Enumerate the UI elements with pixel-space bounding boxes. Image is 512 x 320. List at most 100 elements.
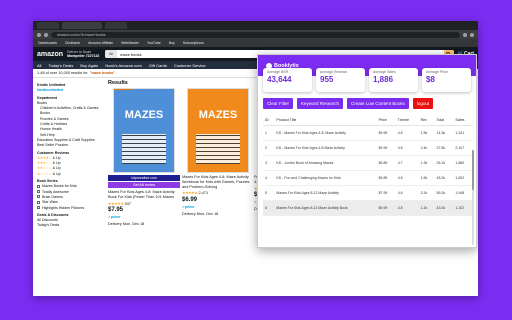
logout-button[interactable]: logout xyxy=(412,98,434,109)
col-rev[interactable]: Rev xyxy=(418,115,435,126)
bookmark-item[interactable]: Dashboards xyxy=(38,41,57,45)
table-row[interactable]: 3 KD - Jumbo Book of Amazing Mazes $9.89 4.… xyxy=(263,155,473,171)
bookmark-item[interactable]: YouTube xyxy=(147,41,161,45)
address-bar: amazon.com/s?k=maze+books xyxy=(33,30,478,39)
table-row[interactable]: 6 Mazes For Kids Ages 8-12 Maze Activity … xyxy=(263,200,473,216)
extension-icon[interactable] xyxy=(463,32,467,37)
product-table: ID Product Title Price Theme Rev Total S… xyxy=(263,115,473,216)
nav-user-amazon[interactable]: Noah's Amazon.com xyxy=(105,63,142,68)
scroll-thumb[interactable] xyxy=(472,150,474,190)
table-cell: $9.99 xyxy=(376,140,396,156)
browser-tab[interactable] xyxy=(37,22,59,29)
checkbox[interactable] xyxy=(37,195,40,199)
table-cell: 3.1k xyxy=(418,185,435,201)
series-label: Totally Awesome xyxy=(42,189,69,194)
table-header-row: ID Product Title Price Theme Rev Total S… xyxy=(263,115,473,126)
browser-tab[interactable] xyxy=(105,22,127,29)
series-label: Mazes Books for Kids xyxy=(42,184,77,189)
kdp-link[interactable]: kdpcreative.com xyxy=(108,175,180,181)
nav-todays-deals[interactable]: Today's Deals xyxy=(48,63,73,68)
rating-row[interactable]: ★★★★★ 547 xyxy=(108,202,180,207)
deliver-location: Montpelier 7227122 xyxy=(67,54,100,58)
col-title[interactable]: Product Title xyxy=(274,115,377,126)
low-content-books-button[interactable]: Create Low Content Books xyxy=(347,98,409,109)
review-filter[interactable]: ★☆☆☆☆ & Up xyxy=(37,172,101,177)
table-cell: 1.6k xyxy=(418,170,435,186)
table-cell: 1,241 xyxy=(453,125,473,141)
rating-count: 2,471 xyxy=(198,191,209,196)
amazon-logo[interactable]: amazon xyxy=(37,51,63,58)
table-scrollbar[interactable] xyxy=(472,150,474,245)
table-body: 1 KD - Mazes For Kids Ages 4-8: Maze Acti… xyxy=(263,125,473,216)
table-cell: 59.2k xyxy=(434,185,454,201)
nav-customer-service[interactable]: Customer Service xyxy=(174,63,206,68)
product-card[interactable]: Best Seller MAZES kdpcreative.com Get fu… xyxy=(108,88,180,227)
bookmark-item[interactable]: Buy xyxy=(169,41,175,45)
table-cell: 1,602 xyxy=(453,170,473,186)
stat-card-price: Average Price $8 xyxy=(422,68,471,92)
back-icon[interactable] xyxy=(37,32,41,37)
table-cell: 6 xyxy=(263,200,275,216)
stat-value: 43,644 xyxy=(267,75,292,84)
nav-gift-cards[interactable]: Gift Cards xyxy=(149,63,167,68)
table-row[interactable]: 4 KD - Fun and Challenging Mazes for Kids… xyxy=(263,170,473,186)
checkbox[interactable] xyxy=(37,190,40,194)
book-cover[interactable]: Best Seller MAZES xyxy=(113,88,175,173)
checkbox[interactable] xyxy=(37,200,40,204)
col-total[interactable]: Total xyxy=(434,115,454,126)
maze-illustration xyxy=(196,134,240,164)
dept-item[interactable]: Best Seller Puzzles xyxy=(37,143,101,148)
col-sales[interactable]: Sales xyxy=(453,115,473,126)
col-id[interactable]: ID xyxy=(263,115,275,126)
table-cell: 1.3k xyxy=(418,155,435,171)
product-card[interactable]: MAZES Mazes For Kids Ages 4-8: Maze Acti… xyxy=(182,88,254,217)
url-field[interactable]: amazon.com/s?k=maze+books xyxy=(51,31,460,38)
series-label: Star Wars xyxy=(42,200,58,205)
result-count: 1-48 of over 10,000 results for xyxy=(37,71,88,75)
table-cell: 4.6 xyxy=(395,185,419,201)
stat-label: Average Price xyxy=(426,70,448,74)
stats-row: Average BSR 43,644 Average Reviews 955 A… xyxy=(258,68,476,92)
deals-item[interactable]: Today's Deals xyxy=(37,223,101,228)
ku-logo[interactable]: kindleunlimited xyxy=(37,88,101,93)
stat-label: Average Reviews xyxy=(320,70,348,74)
dept-item[interactable]: Children's Activities, Crafts & Games Bo… xyxy=(37,106,101,117)
table-cell: 18.2k xyxy=(434,170,454,186)
product-title[interactable]: Mazes For Kids Ages 4-8: Maze Activity W… xyxy=(182,175,254,189)
profile-icon[interactable] xyxy=(470,32,474,37)
rating-row[interactable]: ★★★★★ 2,471 xyxy=(182,191,254,196)
full-review-button[interactable]: Get full review xyxy=(108,182,180,188)
star-rating-icon: ★★★★☆ xyxy=(37,155,52,160)
col-price[interactable]: Price xyxy=(376,115,396,126)
checkbox[interactable] xyxy=(37,184,40,188)
table-cell: $9.99 xyxy=(376,125,396,141)
book-cover[interactable]: MAZES xyxy=(187,88,249,173)
bookmark-item[interactable]: Subscriptions xyxy=(183,41,204,45)
bookmark-item[interactable]: Clickbank xyxy=(65,41,80,45)
nav-all[interactable]: All xyxy=(37,63,41,68)
bookmark-item[interactable]: Amazon Affiliate xyxy=(88,41,113,45)
popup-actions: Clear Filter Keyword Research Create Low… xyxy=(258,92,476,113)
table-row[interactable]: 2 KD - Mazes For Kids Ages 4-8 Maze Activ… xyxy=(263,140,473,156)
table-cell: 4.5 xyxy=(395,170,419,186)
table-cell: 2.4k xyxy=(418,140,435,156)
keyword-research-button[interactable]: Keyword Research xyxy=(297,98,344,109)
reload-icon[interactable] xyxy=(44,32,48,37)
star-rating-icon: ★★☆☆☆ xyxy=(37,166,52,171)
search-category-select[interactable]: All xyxy=(105,50,118,58)
table-cell: 2,107 xyxy=(453,140,473,156)
nav-buy-again[interactable]: Buy Again xyxy=(80,63,98,68)
series-filter[interactable]: Highlights Hidden Pictures xyxy=(37,206,101,211)
table-cell: 37.8k xyxy=(434,140,454,156)
product-price: $6.99 xyxy=(182,197,198,204)
checkbox[interactable] xyxy=(37,206,40,210)
clear-filter-button[interactable]: Clear Filter xyxy=(263,98,294,109)
table-cell: 4 xyxy=(263,170,275,186)
table-row[interactable]: 5 Mazes For Kids Ages 8-12 Maze Activity $… xyxy=(263,185,473,201)
product-title[interactable]: Mazes For Kids Ages 4-8: Maze Activity B… xyxy=(108,190,180,200)
bookmark-item[interactable]: WebMaster xyxy=(121,41,139,45)
browser-tab-active[interactable] xyxy=(62,22,102,29)
deliver-to[interactable]: Deliver to Noah Montpelier 7227122 xyxy=(67,50,101,58)
col-theme[interactable]: Theme xyxy=(395,115,419,126)
table-row[interactable]: 1 KD - Mazes For Kids Ages 4-8: Maze Acti… xyxy=(263,125,473,141)
